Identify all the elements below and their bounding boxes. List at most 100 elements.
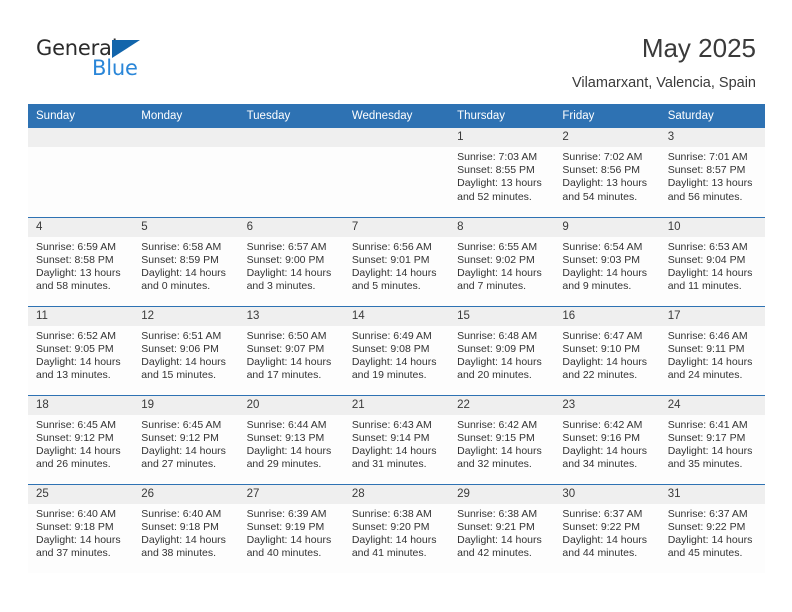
daylight-duration-line2: and 32 minutes.: [457, 458, 532, 471]
calendar-day-cell[interactable]: 8 Sunrise: 6:55 AM Sunset: 9:02 PM Daylight…: [449, 216, 555, 306]
calendar-day-cell[interactable]: 16 Sunrise: 6:47 AM Sunset: 9:10 PM Dayligh…: [554, 305, 660, 395]
calendar-day-cell[interactable]: 4 Sunrise: 6:59 AM Sunset: 8:58 PM Daylight…: [28, 216, 134, 306]
calendar-body: 1 Sunrise: 7:03 AM Sunset: 8:55 PM Daylight…: [28, 128, 765, 573]
sunset-time: Sunset: 8:57 PM: [667, 164, 746, 177]
daylight-duration-line1: Daylight: 14 hours: [246, 355, 332, 368]
sunrise-time: Sunrise: 6:37 AM: [562, 507, 643, 520]
calendar-day-cell-empty: [343, 128, 450, 217]
sunset-time: Sunset: 9:02 PM: [457, 253, 535, 266]
calendar-day-cell[interactable]: 17 Sunrise: 6:46 AM Sunset: 9:11 PM Dayligh…: [659, 305, 765, 395]
weekday-header-thursday: Thursday: [449, 104, 555, 128]
calendar-day-cell[interactable]: 28 Sunrise: 6:38 AM Sunset: 9:20 PM Dayligh…: [343, 483, 450, 573]
calendar-day-cell[interactable]: 19 Sunrise: 6:45 AM Sunset: 9:12 PM Dayligh…: [133, 394, 239, 484]
calendar-day-cell[interactable]: 29 Sunrise: 6:38 AM Sunset: 9:21 PM Dayligh…: [449, 483, 555, 573]
sunset-time: Sunset: 9:20 PM: [351, 520, 430, 533]
calendar-day-cell[interactable]: 9 Sunrise: 6:54 AM Sunset: 9:03 PM Daylight…: [554, 216, 660, 306]
daylight-duration-line1: Daylight: 14 hours: [246, 533, 332, 546]
daylight-duration-line2: and 27 minutes.: [141, 458, 216, 471]
day-number: [238, 128, 344, 147]
day-number: 20: [238, 395, 344, 415]
day-number: [133, 128, 239, 147]
day-details: Sunrise: 6:59 AM Sunset: 8:58 PM Daylight:…: [28, 237, 133, 294]
daylight-duration-line1: Daylight: 14 hours: [562, 533, 648, 546]
daylight-duration-line1: Daylight: 14 hours: [562, 355, 648, 368]
sunrise-time: Sunrise: 6:39 AM: [246, 507, 327, 520]
daylight-duration-line1: Daylight: 13 hours: [457, 177, 542, 190]
sunset-time: Sunset: 9:21 PM: [457, 520, 535, 533]
calendar-week-row: 25 Sunrise: 6:40 AM Sunset: 9:18 PM Dayligh…: [28, 483, 765, 573]
calendar-day-cell[interactable]: 24 Sunrise: 6:41 AM Sunset: 9:17 PM Dayligh…: [659, 394, 765, 484]
calendar-day-cell[interactable]: 23 Sunrise: 6:42 AM Sunset: 9:16 PM Dayligh…: [554, 394, 660, 484]
calendar-day-cell[interactable]: 3 Sunrise: 7:01 AM Sunset: 8:57 PM Daylight…: [659, 128, 765, 217]
calendar-day-cell[interactable]: 6 Sunrise: 6:57 AM Sunset: 9:00 PM Daylight…: [238, 216, 344, 306]
calendar-day-cell[interactable]: 21 Sunrise: 6:43 AM Sunset: 9:14 PM Dayligh…: [343, 394, 450, 484]
calendar-day-cell[interactable]: 12 Sunrise: 6:51 AM Sunset: 9:06 PM Dayligh…: [133, 305, 239, 395]
calendar-day-cell[interactable]: 5 Sunrise: 6:58 AM Sunset: 8:59 PM Daylight…: [133, 216, 239, 306]
sunset-time: Sunset: 9:10 PM: [562, 342, 641, 355]
daylight-duration-line2: and 34 minutes.: [562, 458, 638, 471]
day-details: Sunrise: 6:37 AM Sunset: 9:22 PM Daylight:…: [660, 504, 765, 561]
sunset-time: Sunset: 9:18 PM: [36, 520, 114, 533]
day-number: 9: [554, 217, 660, 237]
day-number: 18: [28, 395, 134, 415]
daylight-duration-line1: Daylight: 14 hours: [351, 533, 437, 546]
calendar-day-cell[interactable]: 10 Sunrise: 6:53 AM Sunset: 9:04 PM Dayligh…: [659, 216, 765, 306]
sunset-time: Sunset: 9:09 PM: [457, 342, 535, 355]
daylight-duration-line2: and 7 minutes.: [457, 280, 527, 293]
sunrise-time: Sunrise: 7:02 AM: [562, 151, 643, 163]
daylight-duration-line2: and 17 minutes.: [246, 369, 322, 382]
sunset-time: Sunset: 9:04 PM: [667, 253, 746, 266]
calendar-day-cell[interactable]: 7 Sunrise: 6:56 AM Sunset: 9:01 PM Daylight…: [343, 216, 450, 306]
daylight-duration-line1: Daylight: 14 hours: [667, 266, 753, 279]
day-details: Sunrise: 6:58 AM Sunset: 8:59 PM Daylight:…: [133, 237, 238, 294]
sunrise-time: Sunrise: 6:59 AM: [36, 240, 116, 253]
sunset-time: Sunset: 9:14 PM: [351, 431, 430, 444]
calendar-day-cell[interactable]: 20 Sunrise: 6:44 AM Sunset: 9:13 PM Dayligh…: [238, 394, 344, 484]
day-number: 4: [28, 217, 134, 237]
day-details: Sunrise: 6:48 AM Sunset: 9:09 PM Daylight:…: [449, 326, 554, 383]
day-number: [28, 128, 134, 147]
calendar-day-cell[interactable]: 26 Sunrise: 6:40 AM Sunset: 9:18 PM Dayligh…: [133, 483, 239, 573]
calendar-day-cell[interactable]: 31 Sunrise: 6:37 AM Sunset: 9:22 PM Dayligh…: [659, 483, 765, 573]
calendar-day-cell[interactable]: 27 Sunrise: 6:39 AM Sunset: 9:19 PM Dayligh…: [238, 483, 344, 573]
day-number: 1: [449, 128, 555, 147]
location-subtitle: Vilamarxant, Valencia, Spain: [571, 75, 756, 91]
calendar-day-cell[interactable]: 2 Sunrise: 7:02 AM Sunset: 8:56 PM Daylight…: [554, 128, 660, 217]
calendar-day-cell[interactable]: 1 Sunrise: 7:03 AM Sunset: 8:55 PM Daylight…: [449, 128, 555, 217]
day-details: Sunrise: 6:40 AM Sunset: 9:18 PM Daylight:…: [133, 504, 238, 561]
day-number: 26: [133, 484, 239, 504]
day-number: 3: [659, 128, 765, 147]
daylight-duration-line1: Daylight: 14 hours: [351, 444, 437, 457]
weekday-header-wednesday: Wednesday: [343, 104, 450, 128]
calendar-day-cell[interactable]: 18 Sunrise: 6:45 AM Sunset: 9:12 PM Dayligh…: [28, 394, 134, 484]
daylight-duration-line1: Daylight: 14 hours: [351, 355, 437, 368]
calendar-day-cell[interactable]: 13 Sunrise: 6:50 AM Sunset: 9:07 PM Dayligh…: [238, 305, 344, 395]
daylight-duration-line2: and 3 minutes.: [246, 280, 316, 293]
calendar-page: General Blue May 2025 Vilamarxant, Valen…: [0, 0, 792, 612]
day-number: 30: [554, 484, 660, 504]
calendar-day-cell[interactable]: 22 Sunrise: 6:42 AM Sunset: 9:15 PM Dayligh…: [449, 394, 555, 484]
general-blue-logo[interactable]: General Blue: [36, 36, 236, 86]
calendar-day-cell[interactable]: 15 Sunrise: 6:48 AM Sunset: 9:09 PM Dayligh…: [449, 305, 555, 395]
day-details: Sunrise: 6:45 AM Sunset: 9:12 PM Daylight:…: [28, 415, 133, 472]
daylight-duration-line2: and 35 minutes.: [667, 458, 743, 471]
sunrise-time: Sunrise: 6:56 AM: [351, 240, 432, 253]
page-title: May 2025: [641, 33, 756, 63]
day-details: Sunrise: 6:46 AM Sunset: 9:11 PM Daylight:…: [660, 326, 765, 383]
weekday-header-friday: Friday: [554, 104, 660, 128]
sunrise-time: Sunrise: 7:03 AM: [457, 151, 538, 163]
day-number: 8: [449, 217, 555, 237]
sunset-time: Sunset: 8:58 PM: [36, 253, 114, 266]
calendar-day-cell[interactable]: 14 Sunrise: 6:49 AM Sunset: 9:08 PM Dayligh…: [343, 305, 450, 395]
calendar-day-cell[interactable]: 30 Sunrise: 6:37 AM Sunset: 9:22 PM Dayligh…: [554, 483, 660, 573]
calendar-week-row: 1 Sunrise: 7:03 AM Sunset: 8:55 PM Daylight…: [28, 128, 765, 217]
calendar-day-cell-empty: [133, 128, 239, 217]
calendar-day-cell[interactable]: 25 Sunrise: 6:40 AM Sunset: 9:18 PM Dayligh…: [28, 483, 134, 573]
daylight-duration-line2: and 45 minutes.: [667, 547, 743, 560]
daylight-duration-line2: and 58 minutes.: [36, 280, 111, 293]
daylight-duration-line1: Daylight: 13 hours: [36, 266, 121, 279]
day-details: Sunrise: 6:52 AM Sunset: 9:05 PM Daylight:…: [28, 326, 133, 383]
day-number: 12: [133, 306, 239, 326]
calendar-day-cell[interactable]: 11 Sunrise: 6:52 AM Sunset: 9:05 PM Dayligh…: [28, 305, 134, 395]
daylight-duration-line1: Daylight: 14 hours: [351, 266, 437, 279]
